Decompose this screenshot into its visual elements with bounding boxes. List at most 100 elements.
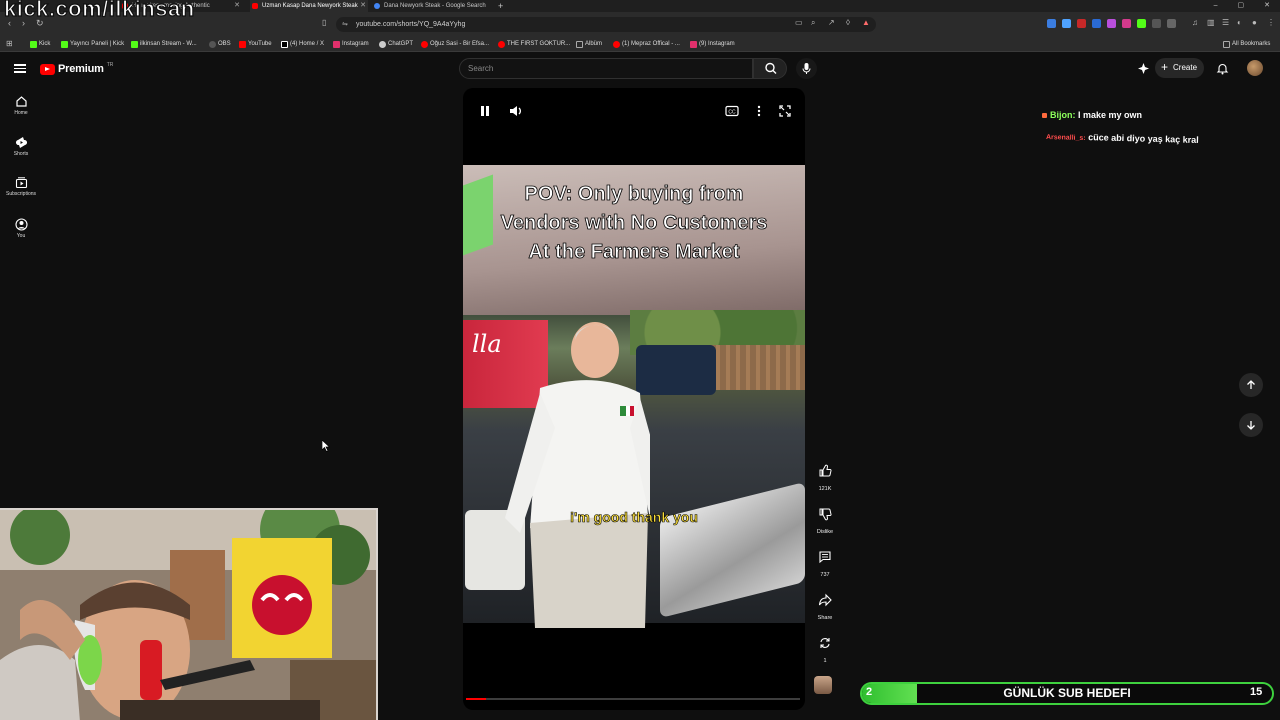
comment-icon bbox=[819, 551, 831, 564]
maximize-icon[interactable]: ▢ bbox=[1238, 0, 1245, 12]
create-button[interactable]: + Create bbox=[1155, 58, 1204, 78]
bookmarks-bar: ⊞ Kick Yayıncı Paneli | Kick ilkinsan St… bbox=[0, 36, 1280, 52]
folder-icon bbox=[1223, 41, 1230, 48]
bookmark-yayinci-paneli[interactable]: Yayıncı Paneli | Kick bbox=[61, 36, 124, 52]
nav-shorts[interactable]: Shorts bbox=[2, 136, 40, 157]
volume-icon[interactable] bbox=[508, 103, 524, 119]
pause-icon[interactable] bbox=[477, 103, 493, 119]
menu-kebab-icon[interactable]: ⋮ bbox=[1267, 18, 1275, 27]
tab-google-search[interactable]: Dana Newyork Steak - Google Search bbox=[372, 0, 494, 12]
nav-subscriptions[interactable]: Subscriptions bbox=[2, 176, 40, 197]
bookmark-label: (4) Home / X bbox=[290, 41, 325, 47]
profile-icon[interactable]: ◐ bbox=[1237, 18, 1242, 27]
like-button[interactable]: 121K bbox=[812, 460, 838, 492]
extension-icon[interactable] bbox=[1077, 19, 1086, 28]
dislike-button[interactable]: Dislike bbox=[812, 503, 838, 535]
minimize-icon[interactable]: – bbox=[1214, 0, 1218, 12]
sidepanel-icon[interactable]: ▥ bbox=[1207, 18, 1215, 27]
reading-list-icon[interactable]: ☰ bbox=[1222, 18, 1229, 27]
extension-icon[interactable] bbox=[1167, 19, 1176, 28]
nav-you[interactable]: You bbox=[2, 218, 40, 239]
extension-icon[interactable] bbox=[1062, 19, 1071, 28]
avatar[interactable] bbox=[1247, 60, 1263, 76]
voice-search-button[interactable] bbox=[796, 58, 817, 79]
captions-icon[interactable]: CC bbox=[724, 103, 740, 119]
menu-hamburger-icon[interactable] bbox=[14, 62, 26, 74]
comments-button[interactable]: 737 bbox=[812, 546, 838, 578]
nav-home[interactable]: Home bbox=[2, 95, 40, 116]
google-favicon-icon bbox=[374, 3, 380, 9]
remix-icon bbox=[820, 638, 830, 648]
notifications-bell-icon[interactable] bbox=[1216, 62, 1229, 75]
bookmark-album[interactable]: Albüm bbox=[576, 36, 602, 52]
next-short-button[interactable] bbox=[1239, 413, 1263, 437]
extension-icon[interactable] bbox=[1122, 19, 1131, 28]
youtube-play-icon bbox=[40, 63, 55, 75]
share-button[interactable]: Share bbox=[812, 589, 838, 621]
all-bookmarks[interactable]: All Bookmarks bbox=[1223, 36, 1270, 52]
close-tab-icon[interactable]: ✕ bbox=[234, 0, 240, 12]
thumbs-down-icon bbox=[819, 508, 832, 521]
alert-icon[interactable]: ▲ bbox=[862, 18, 870, 27]
extension-icon[interactable] bbox=[1137, 19, 1146, 28]
bookmark-kick[interactable]: Kick bbox=[30, 36, 50, 52]
extensions-puzzle-icon[interactable] bbox=[1152, 19, 1161, 28]
bookmark-instagram[interactable]: Instagram bbox=[333, 36, 369, 52]
bookmark-label: ilkinsan Stream - W... bbox=[140, 41, 197, 47]
nav-label: You bbox=[16, 233, 26, 239]
account-icon[interactable]: ● bbox=[1252, 18, 1257, 27]
sub-goal-target: 15 bbox=[1250, 686, 1263, 698]
video-progress-track[interactable] bbox=[466, 698, 800, 700]
fullscreen-icon[interactable] bbox=[777, 103, 793, 119]
apps-grid-icon[interactable]: ⊞ bbox=[6, 36, 13, 52]
shorts-icon bbox=[15, 137, 27, 148]
zoom-icon[interactable]: ⌕ bbox=[811, 18, 815, 28]
media-icon[interactable]: ♫ bbox=[1192, 18, 1198, 27]
chat-username: Bijon: bbox=[1050, 110, 1076, 120]
create-label: Create bbox=[1173, 63, 1198, 72]
bookmark-icon[interactable]: ▯ bbox=[322, 18, 326, 27]
sound-thumbnail[interactable] bbox=[814, 676, 832, 694]
sparkle-icon[interactable] bbox=[1137, 62, 1150, 75]
video-progress-fill bbox=[466, 698, 487, 700]
instagram-icon bbox=[333, 41, 340, 48]
youtube-icon bbox=[498, 41, 505, 48]
share-label: Share bbox=[817, 615, 833, 621]
extension-icon[interactable] bbox=[1047, 19, 1056, 28]
youtube-premium-logo[interactable]: Premium TR bbox=[40, 62, 113, 76]
folder-icon bbox=[576, 41, 583, 48]
search-button[interactable] bbox=[753, 58, 787, 79]
bookmark-obs[interactable]: OBS bbox=[209, 36, 231, 52]
mouse-cursor-icon bbox=[322, 440, 330, 452]
video-subtitle: i'm good thank you bbox=[570, 509, 698, 526]
extension-icon[interactable] bbox=[1092, 19, 1101, 28]
share-page-icon[interactable]: ↗ bbox=[828, 18, 835, 27]
close-window-icon[interactable]: ✕ bbox=[1264, 0, 1270, 12]
shield-icon[interactable]: ◊ bbox=[846, 18, 850, 27]
search-input[interactable]: Search bbox=[459, 58, 753, 79]
site-info-icon[interactable]: ⇋ bbox=[342, 17, 348, 32]
bookmark-label: OBS bbox=[218, 41, 231, 47]
bookmark-chatgpt[interactable]: ChatGPT bbox=[379, 36, 413, 52]
url-text: youtube.com/shorts/YQ_9A4aYyhg bbox=[356, 21, 466, 28]
share-icon bbox=[818, 593, 832, 607]
bookmark-label: ChatGPT bbox=[388, 41, 414, 47]
close-tab-icon[interactable]: ✕ bbox=[360, 0, 366, 12]
cast-icon[interactable]: ▭ bbox=[795, 18, 803, 27]
more-options-icon[interactable] bbox=[751, 103, 767, 119]
bookmark-oguz-sasi[interactable]: Oğuz Sasi - Bir Efsa... bbox=[421, 36, 489, 52]
new-tab-button[interactable]: + bbox=[496, 0, 508, 12]
bookmark-ilkinsan-stream[interactable]: ilkinsan Stream - W... bbox=[131, 36, 197, 52]
youtube-icon bbox=[239, 41, 246, 48]
bookmark-youtube[interactable]: YouTube bbox=[239, 36, 272, 52]
bookmark-x-home[interactable]: (4) Home / X bbox=[281, 36, 324, 52]
bookmark-label: THE FIRST GOKTUR... bbox=[507, 41, 571, 47]
video-banner-text: lla bbox=[472, 330, 502, 358]
extension-icon[interactable] bbox=[1107, 19, 1116, 28]
tab-uzman-kasap[interactable]: Uzman Kasap Dana Newyork Steak ✕ bbox=[250, 0, 368, 12]
bookmark-mepraz[interactable]: (1) Mepraz Offical - ... bbox=[613, 36, 680, 52]
remix-button[interactable]: 1 bbox=[812, 632, 838, 664]
bookmark-goktur[interactable]: THE FIRST GOKTUR... bbox=[498, 36, 570, 52]
bookmark-instagram-9[interactable]: (9) Instagram bbox=[690, 36, 735, 52]
previous-short-button[interactable] bbox=[1239, 373, 1263, 397]
